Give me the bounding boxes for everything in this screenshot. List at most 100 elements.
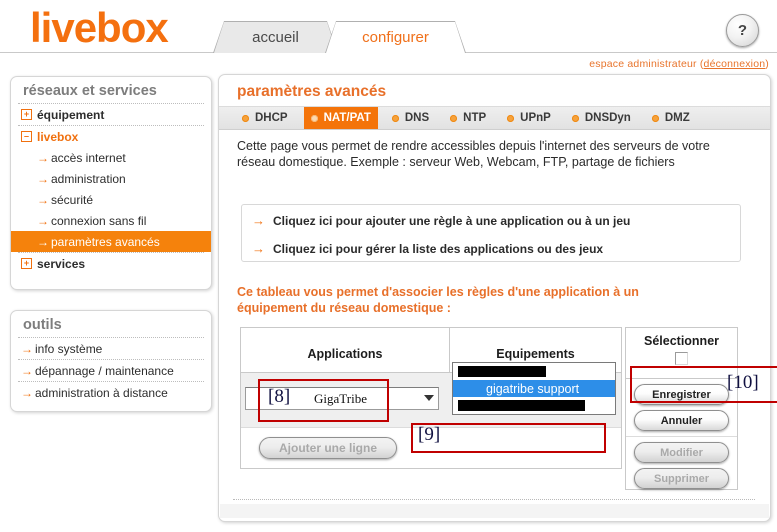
admin-session-prefix: espace administrateur (	[589, 58, 704, 70]
tab-accueil-surface: accueil	[214, 22, 337, 53]
sidebar-item-label: services	[37, 256, 86, 271]
tab-label: NAT/PAT	[323, 112, 371, 124]
sidebar-item-services[interactable]: + services	[11, 253, 211, 274]
minus-box-icon: –	[21, 131, 32, 142]
bullet-icon	[651, 114, 659, 122]
cancel-button[interactable]: Annuler	[634, 410, 729, 431]
bullet-icon	[310, 114, 318, 122]
sidebar-item-label: dépannage / maintenance	[35, 363, 174, 378]
selection-column-header: Sélectionner	[626, 328, 737, 379]
equipment-option-redacted	[458, 366, 546, 377]
sidebar-item-label: administration à distance	[35, 385, 168, 400]
link-manage-list[interactable]: → Cliquez ici pour gérer la liste des ap…	[242, 236, 740, 261]
sidebar-panel-networks: réseaux et services + équipement – liveb…	[10, 76, 212, 290]
arrow-right-icon: →	[37, 192, 49, 207]
sidebar-panel-tools: outils → info système → dépannage / main…	[10, 310, 212, 412]
sidebar-item-administration-a-distance[interactable]: → administration à distance	[11, 382, 211, 403]
tab-upnp[interactable]: UPnP	[500, 107, 558, 129]
sidebar-item-label: connexion sans fil	[51, 213, 147, 228]
sidebar-item-equipement[interactable]: + équipement	[11, 104, 211, 125]
sidebar-item-label: livebox	[37, 129, 79, 144]
sidebar-item-label: accès internet	[51, 150, 126, 165]
sidebar-item-label: info système	[35, 341, 103, 356]
tab-nat-pat[interactable]: NAT/PAT	[303, 107, 378, 129]
page-title: paramètres avancés	[237, 83, 387, 100]
delete-button[interactable]: Supprimer	[634, 468, 729, 489]
logout-link[interactable]: déconnexion	[704, 58, 766, 70]
arrow-right-icon: →	[37, 234, 49, 249]
footer-divider	[233, 499, 755, 500]
section-tabs: DHCP NAT/PAT DNS NTP UPnP DNSDyn DMZ	[219, 106, 770, 130]
sidebar-item-livebox[interactable]: – livebox	[11, 126, 211, 147]
equipment-option-label: gigatribe support	[486, 381, 580, 396]
tab-label: DNSDyn	[584, 112, 631, 124]
livebox-logo: livebox	[30, 4, 169, 51]
bullet-icon	[391, 114, 399, 122]
table-intro-text: Ce tableau vous permet d'associer les rè…	[237, 285, 639, 315]
application-select-value: GigaTribe	[314, 390, 367, 406]
link-add-rule[interactable]: → Cliquez ici pour ajouter une règle à u…	[242, 208, 740, 233]
sidebar-item-acces-internet[interactable]: → accès internet	[11, 147, 211, 168]
selection-column: Sélectionner Enregistrer Annuler Modifie…	[625, 327, 738, 490]
sidebar-item-label: équipement	[37, 107, 105, 122]
sidebar-item-label: paramètres avancés	[51, 234, 160, 249]
sidebar-panel-networks-title: réseaux et services	[23, 83, 157, 99]
annotation-label-9: [9]	[418, 424, 441, 445]
tab-configurer-label: configurer	[362, 29, 429, 46]
page-description: Cette page vous permet de rendre accessi…	[237, 139, 710, 169]
page-root: livebox accueil configurer ? espace admi…	[0, 0, 777, 532]
sidebar-item-info-systeme[interactable]: → info système	[11, 338, 211, 359]
column-header-applications: Applications	[241, 328, 450, 376]
admin-session-line: espace administrateur (déconnexion)	[589, 58, 769, 70]
admin-session-suffix: )	[765, 58, 769, 70]
bullet-icon	[450, 114, 458, 122]
arrow-right-icon: →	[37, 171, 49, 186]
link-label: Cliquez ici pour ajouter une règle à une…	[273, 213, 631, 228]
modify-button[interactable]: Modifier	[634, 442, 729, 463]
equipment-option[interactable]	[453, 363, 615, 380]
select-all-checkbox[interactable]	[675, 352, 688, 365]
tab-dns[interactable]: DNS	[385, 107, 436, 129]
sidebar-panel-tools-title: outils	[23, 317, 62, 333]
tab-dmz[interactable]: DMZ	[645, 107, 697, 129]
tab-label: UPnP	[520, 112, 551, 124]
tab-label: DHCP	[255, 112, 288, 124]
plus-box-icon: +	[21, 109, 32, 120]
annotation-label-8: [8]	[268, 386, 291, 407]
sidebar-item-securite[interactable]: → sécurité	[11, 189, 211, 210]
save-button[interactable]: Enregistrer	[634, 384, 729, 405]
tab-accueil[interactable]: accueil	[213, 21, 338, 53]
tab-configurer[interactable]: configurer	[325, 21, 466, 53]
bullet-icon	[507, 114, 515, 122]
chevron-down-icon	[424, 395, 434, 401]
selection-secondary-actions: Modifier Supprimer	[626, 437, 737, 494]
footer-strip	[220, 504, 769, 518]
equipment-option-redacted	[458, 400, 585, 411]
sidebar-item-label: administration	[51, 171, 126, 186]
add-row-button[interactable]: Ajouter une ligne	[259, 437, 397, 459]
rules-table: Applications Equipements GigaTribe Ajout…	[240, 327, 622, 469]
arrow-right-icon: →	[21, 341, 33, 356]
tab-dhcp[interactable]: DHCP	[235, 107, 295, 129]
equipment-option[interactable]	[453, 397, 615, 414]
tab-dnsdyn[interactable]: DNSDyn	[565, 107, 638, 129]
sidebar-item-parametres-avances[interactable]: → paramètres avancés	[11, 231, 211, 252]
sidebar-item-depannage-maintenance[interactable]: → dépannage / maintenance	[11, 360, 211, 381]
equipment-dropdown-list[interactable]: gigatribe support	[452, 362, 616, 415]
annotation-label-10: [10]	[727, 372, 759, 393]
tab-label: NTP	[463, 112, 487, 124]
sidebar-item-administration[interactable]: → administration	[11, 168, 211, 189]
bullet-icon	[571, 114, 579, 122]
arrow-right-icon: →	[37, 213, 49, 228]
tab-accueil-label: accueil	[252, 29, 299, 46]
sidebar-item-connexion-sans-fil[interactable]: → connexion sans fil	[11, 210, 211, 231]
tab-label: DNS	[404, 112, 430, 124]
plus-box-icon: +	[21, 258, 32, 269]
tab-ntp[interactable]: NTP	[443, 107, 493, 129]
help-icon[interactable]: ?	[726, 14, 759, 47]
equipment-option-gigatribe-support[interactable]: gigatribe support	[453, 380, 615, 397]
arrow-right-icon: →	[252, 213, 265, 228]
column-header-selectionner: Sélectionner	[643, 334, 720, 348]
selection-primary-actions: Enregistrer Annuler	[626, 379, 737, 437]
help-glyph: ?	[737, 22, 748, 39]
